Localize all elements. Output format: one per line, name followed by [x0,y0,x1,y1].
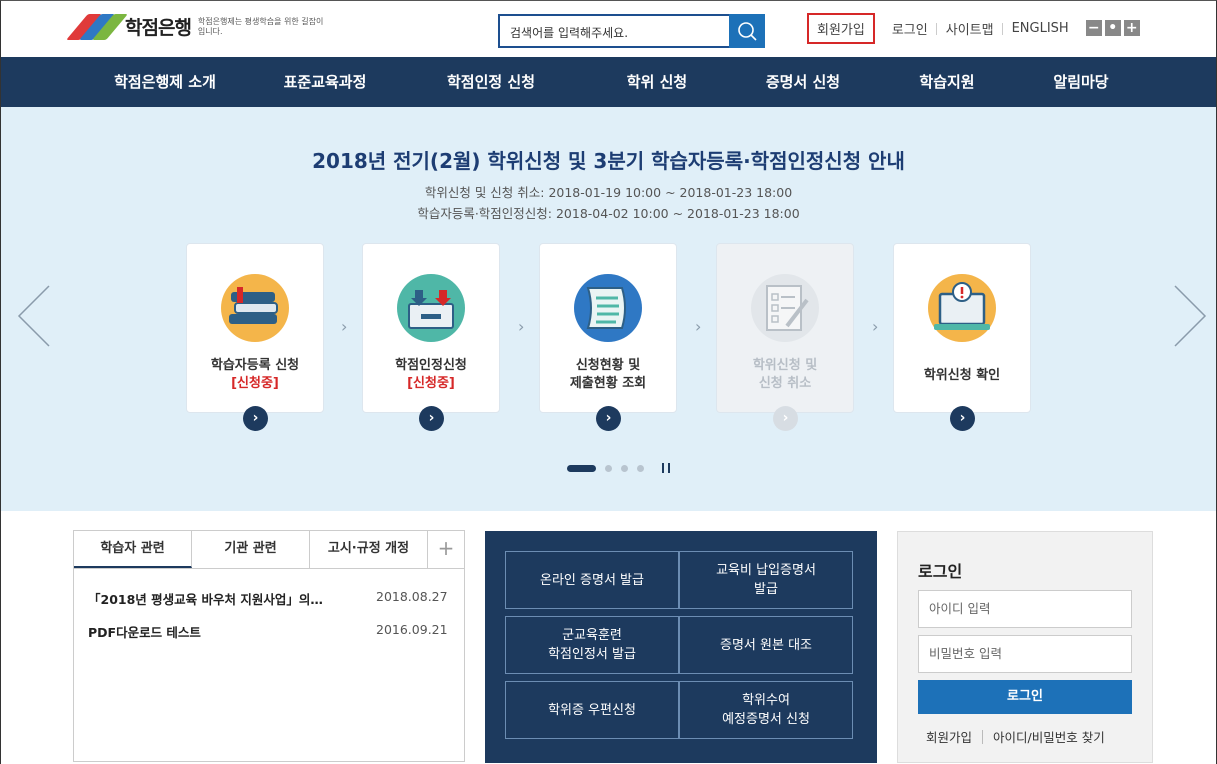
login-links: 회원가입 아이디/비밀번호 찾기 [926,727,1105,746]
site-logo[interactable]: 학점은행 학점은행제는 평생학습을 위한 길잡이 입니다. [66,13,328,40]
inbox-icon [397,274,465,342]
news-date: 2018.08.27 [376,589,448,604]
card-credit-application[interactable]: 학점인정신청 [신청중] › [362,243,500,431]
expected-degree-button[interactable]: 학위수여 예정증명서 신청 [679,681,853,739]
tab-institution[interactable]: 기관 관련 [192,531,310,568]
signup-link[interactable]: 회원가입 [926,727,972,746]
id-input[interactable]: 아이디 입력 [918,590,1132,628]
nav-item-curriculum[interactable]: 표준교육과정 [245,57,405,107]
search-icon [738,22,757,41]
pager-dot[interactable] [637,464,644,472]
news-tabs-panel: 학습자 관련 기관 관련 고시·규정 개정 + 「2018년 평생교육 바우처 … [73,530,465,762]
tuition-certificate-button[interactable]: 교육비 납입증명서 발급 [679,551,853,609]
pager-active[interactable] [567,464,596,472]
tab-learner[interactable]: 학습자 관련 [74,531,192,568]
tab-list: 학습자 관련 기관 관련 고시·규정 개정 + [74,531,464,569]
tab-regulation[interactable]: 고시·규정 개정 [310,531,428,568]
card-label: 학위신청 확인 [923,368,1001,383]
nav-item-notice[interactable]: 알림마당 [1001,57,1161,107]
nav-item-degree[interactable]: 학위 신청 [577,57,737,107]
more-icon[interactable]: + [428,531,464,568]
zoom-in-button[interactable]: + [1123,20,1140,36]
card-learner-registration[interactable]: 학습자등록 신청 [신청중] › [186,243,324,431]
sitemap-link[interactable]: 사이트맵 [937,19,1003,38]
top-header: 학점은행 학점은행제는 평생학습을 위한 길잡이 입니다. 검색어를 입력해주세… [1,1,1216,57]
chevron-right-icon: › [518,317,525,336]
signup-link[interactable]: 회원가입 [807,12,875,44]
login-button[interactable]: 로그인 [918,680,1132,714]
password-input[interactable]: 비밀번호 입력 [918,635,1132,673]
news-title[interactable]: 「2018년 평생교육 바우처 지원사업」의… [88,589,360,608]
slide-pager [567,463,670,473]
card-label: 학점인정신청 [신청중] [395,358,467,391]
books-icon [221,274,289,342]
certificate-panel: 온라인 증명서 발급 교육비 납입증명서 발급 군교육훈련 학점인정서 발급 증명서… [485,531,877,763]
nav-item-credit[interactable]: 학점인정 신청 [411,57,571,107]
logo-subtitle: 학점은행제는 평생학습을 위한 길잡이 입니다. [197,16,324,36]
go-button[interactable]: › [243,406,268,431]
main-banner: 2018년 전기(2월) 학위신청 및 3분기 학습자등록·학점인정신청 안내 … [1,107,1216,511]
find-account-link[interactable]: 아이디/비밀번호 찾기 [993,727,1105,746]
next-slide-icon[interactable] [1173,285,1207,347]
go-button[interactable]: › [596,406,621,431]
login-panel: 로그인 아이디 입력 비밀번호 입력 로그인 회원가입 아이디/비밀번호 찾기 [897,531,1153,763]
checklist-icon [751,274,819,342]
page-frame: 학점은행 학점은행제는 평생학습을 위한 길잡이 입니다. 검색어를 입력해주세… [0,0,1217,764]
zoom-reset-button[interactable]: • [1104,20,1121,36]
diploma-mail-button[interactable]: 학위증 우편신청 [505,681,679,739]
card-label: 신청현황 및 제출현황 조회 [569,358,647,391]
go-button[interactable]: › [419,406,444,431]
card-degree-confirm[interactable]: 학위신청 확인 › [893,243,1031,431]
search-input[interactable]: 검색어를 입력해주세요. [498,14,731,48]
banner-schedule-1: 학위신청 및 신청 취소: 2018-01-19 10:00 ~ 2018-01… [424,185,793,200]
card-status-inquiry[interactable]: 신청현황 및 제출현황 조회 › [539,243,677,431]
logo-title: 학점은행 [125,17,192,39]
chevron-right-icon: › [341,317,348,336]
certificate-verify-button[interactable]: 증명서 원본 대조 [679,616,853,674]
chevron-right-icon: › [695,317,702,336]
zoom-controls: − • + [1085,20,1140,36]
english-link[interactable]: ENGLISH [1003,21,1078,36]
pager-dot[interactable] [605,464,612,472]
pause-icon[interactable] [662,463,670,473]
card-label: 학습자등록 신청 [신청중] [210,358,300,391]
login-title: 로그인 [918,562,963,581]
login-link[interactable]: 로그인 [883,19,937,38]
zoom-out-button[interactable]: − [1085,20,1102,36]
divider [982,729,984,744]
card-label: 학위신청 및 신청 취소 [752,358,818,391]
go-button[interactable]: › [773,406,798,431]
logo-mark-icon [66,13,128,40]
chevron-right-icon: › [872,317,879,336]
military-credit-button[interactable]: 군교육훈련 학점인정서 발급 [505,616,679,674]
online-certificate-button[interactable]: 온라인 증명서 발급 [505,551,679,609]
prev-slide-icon[interactable] [17,285,51,347]
document-icon [574,274,642,342]
banner-schedule-2: 학습자등록·학점인정신청: 2018-04-02 10:00 ~ 2018-01… [417,206,800,221]
utility-links: 회원가입 로그인 사이트맵 ENGLISH − • + [807,12,1140,44]
card-degree-cancel[interactable]: 학위신청 및 신청 취소 › [716,243,854,431]
search-button[interactable] [729,14,765,48]
main-nav: 학점은행제 소개 표준교육과정 학점인정 신청 학위 신청 증명서 신청 학습지… [1,57,1216,107]
nav-item-intro[interactable]: 학점은행제 소개 [85,57,245,107]
pager-dot[interactable] [621,464,628,472]
banner-title: 2018년 전기(2월) 학위신청 및 3분기 학습자등록·학점인정신청 안내 [312,149,905,173]
list-item[interactable]: 「2018년 평생교육 바우처 지원사업」의… 2018.08.27 [88,589,452,608]
nav-item-certificate[interactable]: 증명서 신청 [723,57,883,107]
news-date: 2016.09.21 [376,622,448,637]
monitor-alert-icon [928,274,996,342]
go-button[interactable]: › [950,406,975,431]
list-item[interactable]: PDF다운로드 테스트 2016.09.21 [88,622,452,641]
news-title[interactable]: PDF다운로드 테스트 [88,622,360,641]
